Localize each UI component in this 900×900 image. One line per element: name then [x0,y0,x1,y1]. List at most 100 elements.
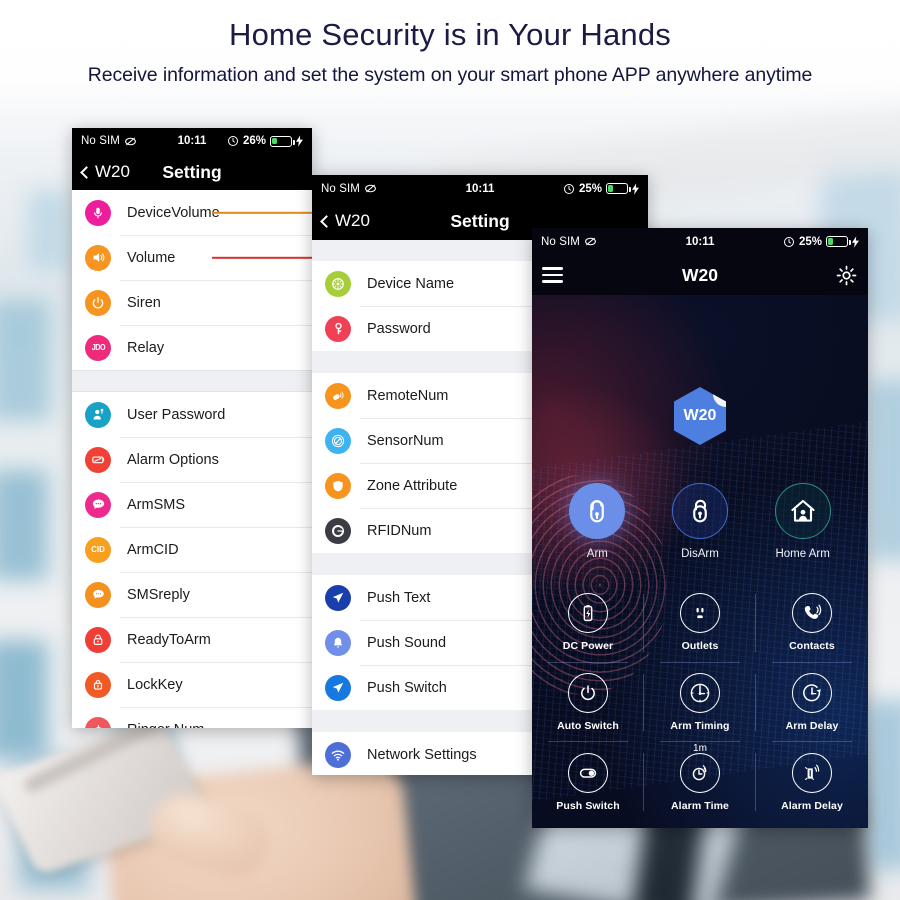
list-item-label: Zone Attribute [367,477,458,494]
page-title: Home Security is in Your Hands [229,17,671,52]
list-item[interactable]: SMSreply [72,572,312,617]
list-item-label: ArmSMS [127,496,185,513]
battery-icon [270,135,295,147]
alarm-options-icon [85,446,111,473]
tile-arm-delay[interactable]: Arm Delay [756,663,868,743]
list-item[interactable]: User Password [72,392,312,437]
list-item[interactable]: JDO Relay [72,325,312,370]
cid-icon-text: CID [91,545,105,554]
toggle-icon [568,752,608,793]
back-button[interactable]: W20 [320,211,370,231]
no-service-icon [125,137,136,145]
charging-bolt-icon [852,235,859,248]
list-item-label: SensorNum [367,432,444,449]
alarm-clock-icon [563,183,574,194]
back-label: W20 [95,162,130,181]
gear-icon[interactable] [835,264,858,287]
relay-icon: JDO [85,334,111,361]
list-item[interactable]: Volume [72,235,312,280]
carrier-label: No SIM [321,182,360,195]
tile-label: Alarm Delay [781,799,843,812]
list-item-label: SMSreply [127,586,190,603]
home-arm-button[interactable]: Home Arm [757,483,849,560]
list-item[interactable]: Ringer Num [72,707,312,728]
alarm-clock-icon [783,236,794,247]
list-item-label: Device Name [367,275,455,292]
settings-list-group-1: DeviceVolume Volume Siren JDO Relay [72,190,312,370]
tile-contacts[interactable]: Contacts [756,583,868,663]
clock-arrow-icon [792,672,832,713]
tile-label: Contacts [789,640,835,653]
device-hex-badge[interactable]: W20 W20 [674,387,726,445]
lock-closed-icon [569,483,626,539]
tile-arm-timing[interactable]: Arm Timing [644,663,756,743]
nav-bar: W20 [532,255,868,295]
tile-outlets[interactable]: Outlets [644,583,756,663]
back-label: W20 [335,211,370,230]
battery-bolt-icon [568,593,608,634]
clock-icon [680,672,720,713]
tile-alarm-time[interactable]: 1m Alarm Time [644,742,756,822]
arm-mode-row: Arm DisArm Home Arm [532,483,868,560]
user-key-icon [85,401,111,428]
list-item-label: Push Sound [367,634,447,651]
tile-dc-power[interactable]: DC Power [532,583,644,663]
lock-closed-icon [85,626,111,653]
device-volume-slider[interactable] [212,211,312,214]
remote-icon [325,382,351,409]
cid-icon: CID [85,536,111,563]
rfid-icon [325,517,351,544]
list-item-label: Ringer Num [127,722,204,729]
list-section-divider [72,370,312,392]
list-item[interactable]: CID ArmCID [72,527,312,572]
status-bar-left: No SIM [541,235,597,248]
power-icon [568,672,608,713]
list-item[interactable]: Alarm Options [72,437,312,482]
list-item[interactable]: DeviceVolume [72,190,312,235]
tile-label: Push Switch [556,799,620,812]
battery-icon [826,236,851,247]
tile-label: DC Power [562,640,614,653]
list-item-label: RFIDNum [367,522,432,539]
nav-bar: W20 Setting [72,154,312,190]
battery-percent: 26% [242,135,266,147]
no-service-icon [365,184,376,193]
status-bar-left: No SIM [321,182,377,195]
list-item[interactable]: Siren [72,280,312,325]
status-bar-left: No SIM [81,135,137,148]
list-item-label: ReadyToArm [127,631,211,648]
back-button[interactable]: W20 [80,162,130,182]
list-item[interactable]: LockKey [72,662,312,707]
list-item-label: Volume [127,249,176,266]
arm-button[interactable]: Arm [551,483,643,560]
settings-list-group-2: User Password Alarm Options ArmSMS CID A… [72,392,312,728]
hamburger-menu-icon[interactable] [542,267,563,283]
tile-push-switch[interactable]: Push Switch [532,742,644,822]
device-sub-badge-label: W20 [717,389,735,399]
chat-icon [85,491,111,518]
tile-alarm-delay[interactable]: Alarm Delay [756,742,868,822]
microphone-icon [85,199,111,226]
tile-auto-switch[interactable]: Auto Switch [532,663,644,743]
device-badge-wrap: W20 W20 [532,387,868,445]
disarm-button[interactable]: DisArm [654,483,746,560]
siren-wave-icon [792,752,832,793]
list-item-label: ArmCID [127,541,179,558]
list-item-label: DeviceVolume [127,204,220,221]
status-bar: No SIM 10:11 26% [72,128,312,154]
list-item-label: RemoteNum [367,387,449,404]
carrier-label: No SIM [541,235,580,248]
list-item-label: Alarm Options [127,451,219,468]
disarm-label: DisArm [681,548,719,560]
speaker-icon [85,244,111,271]
device-sub-badge: W20 [713,387,735,407]
charging-bolt-icon [632,182,639,195]
lock-open-icon [671,483,728,539]
list-item[interactable]: ReadyToArm [72,617,312,662]
status-bar-right: 26% [227,135,303,147]
no-service-icon [585,237,596,246]
list-item-label: Password [367,320,431,337]
outlet-icon [680,593,720,634]
volume-slider[interactable] [212,256,312,259]
list-item[interactable]: ArmSMS [72,482,312,527]
